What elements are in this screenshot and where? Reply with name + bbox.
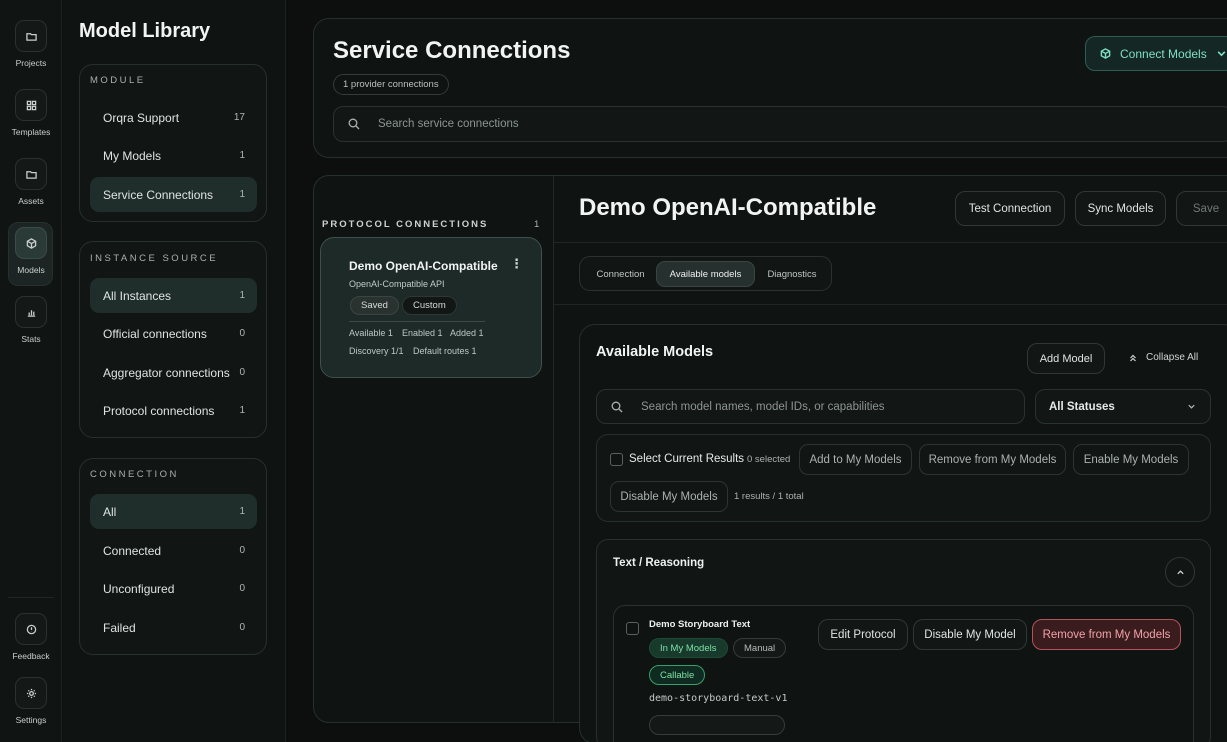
protocol-card-title: Demo OpenAI-Compatible — [349, 259, 498, 273]
module-heading: MODULE — [90, 75, 146, 86]
select-results-label: Select Current Results — [629, 453, 745, 465]
results-count: 1 results / 1 total — [734, 491, 804, 502]
tab-connection[interactable]: Connection — [585, 261, 656, 287]
selected-count: 0 selected — [747, 454, 791, 465]
rail-item-assets[interactable]: Assets — [0, 158, 62, 206]
connection-item-connected[interactable]: Connected 0 — [90, 533, 257, 568]
capability-tag — [649, 715, 785, 735]
protocol-connections-count: 1 — [534, 219, 540, 230]
chevrons-up-icon — [1130, 354, 1136, 361]
service-search-input[interactable] — [378, 118, 878, 130]
protocol-card-divider — [349, 321, 485, 322]
model-select-checkbox[interactable] — [626, 622, 639, 635]
connection-item-all[interactable]: All 1 — [90, 494, 257, 529]
search-icon — [348, 118, 360, 130]
saved-tag: Saved — [350, 296, 399, 315]
chevron-up-icon — [1176, 569, 1184, 574]
chevron-down-icon — [1217, 51, 1226, 57]
stat-discovery: Discovery 1/1 — [349, 346, 404, 356]
module-item-orqra-support[interactable]: Orqra Support 17 — [90, 100, 257, 135]
model-search-box[interactable] — [596, 389, 1025, 424]
in-my-models-tag: In My Models — [649, 638, 728, 658]
stat-added: Added 1 — [450, 328, 484, 338]
folder-icon — [15, 20, 47, 52]
rail-item-projects[interactable]: Projects — [0, 20, 62, 68]
library-title: Model Library — [79, 20, 211, 42]
tab-available-models[interactable]: Available models — [656, 261, 755, 287]
protocol-connections-heading: PROTOCOL CONNECTIONS — [322, 219, 489, 230]
chevron-down-icon — [1188, 404, 1195, 409]
manual-tag: Manual — [733, 638, 787, 658]
available-models-title: Available Models — [596, 344, 714, 360]
disable-my-model-button[interactable]: Disable My Model — [913, 619, 1027, 650]
service-search-box[interactable] — [333, 106, 1227, 142]
connection-detail-title: Demo OpenAI-Compatible — [579, 194, 877, 221]
rail-item-models[interactable]: Models — [0, 222, 62, 286]
connection-group: CONNECTION All 1 Connected 0 Unconfigure… — [79, 458, 267, 655]
callable-tag: Callable — [649, 665, 706, 685]
add-model-button[interactable]: Add Model — [1027, 343, 1105, 374]
status-filter-select[interactable]: All Statuses — [1035, 389, 1211, 424]
disable-my-models-button[interactable]: Disable My Models — [610, 481, 728, 512]
connection-item-unconfigured[interactable]: Unconfigured 0 — [90, 571, 257, 606]
edit-protocol-button[interactable]: Edit Protocol — [818, 619, 908, 650]
bar-chart-icon — [15, 296, 47, 328]
instance-item-aggregator[interactable]: Aggregator connections 0 — [90, 355, 257, 390]
collapse-group-button[interactable] — [1165, 557, 1195, 587]
select-results-checkbox[interactable] — [610, 453, 623, 466]
model-id: demo-storyboard-text-v1 — [649, 693, 788, 704]
test-connection-button[interactable]: Test Connection — [955, 191, 1065, 226]
rail-item-feedback[interactable]: Feedback — [0, 613, 62, 661]
collapse-all-button[interactable]: Collapse All — [1128, 352, 1198, 363]
more-options-icon[interactable]: ⋮ — [510, 256, 523, 272]
instance-source-group: INSTANCE SOURCE All Instances 1 Official… — [79, 241, 267, 438]
page-title: Service Connections — [333, 37, 571, 64]
model-group-title: Text / Reasoning — [613, 557, 705, 569]
rail-item-templates[interactable]: Templates — [0, 89, 62, 137]
cube-icon — [1100, 48, 1111, 59]
custom-tag: Custom — [402, 296, 457, 315]
instance-item-protocol[interactable]: Protocol connections 1 — [90, 393, 257, 428]
grid-icon — [15, 89, 47, 121]
module-group: MODULE Orqra Support 17 My Models 1 Serv… — [79, 64, 267, 222]
protocol-card-subtitle: OpenAI-Compatible API — [349, 279, 445, 289]
instance-item-official[interactable]: Official connections 0 — [90, 316, 257, 351]
remove-from-my-models-button[interactable]: Remove from My Models — [919, 444, 1066, 475]
stat-default-routes: Default routes 1 — [413, 346, 477, 356]
remove-model-button[interactable]: Remove from My Models — [1032, 619, 1181, 650]
tabs-divider — [554, 304, 1227, 305]
connection-item-failed[interactable]: Failed 0 — [90, 610, 257, 645]
add-to-my-models-button[interactable]: Add to My Models — [799, 444, 912, 475]
instance-source-heading: INSTANCE SOURCE — [90, 253, 219, 264]
instance-item-all[interactable]: All Instances 1 — [90, 278, 257, 313]
detail-divider — [554, 242, 1227, 243]
detail-tabs: Connection Available models Diagnostics — [579, 256, 832, 291]
sync-models-button[interactable]: Sync Models — [1075, 191, 1166, 226]
gear-icon — [15, 677, 47, 709]
stat-available: Available 1 — [349, 328, 393, 338]
stat-enabled: Enabled 1 — [402, 328, 443, 338]
column-divider — [553, 176, 554, 723]
cube-icon — [15, 227, 47, 259]
tab-diagnostics[interactable]: Diagnostics — [758, 261, 826, 287]
model-name: Demo Storyboard Text — [649, 619, 751, 630]
connect-models-button[interactable]: Connect Models — [1085, 36, 1227, 71]
save-button[interactable]: Save — [1176, 191, 1227, 226]
info-icon — [15, 613, 47, 645]
module-item-service-connections[interactable]: Service Connections 1 — [90, 177, 257, 212]
enable-my-models-button[interactable]: Enable My Models — [1073, 444, 1189, 475]
folder-icon — [15, 158, 47, 190]
model-search-input[interactable] — [641, 400, 1001, 413]
rail-item-stats[interactable]: Stats — [0, 296, 62, 344]
provider-count-badge: 1 provider connections — [333, 74, 449, 95]
module-item-my-models[interactable]: My Models 1 — [90, 138, 257, 173]
rail-item-settings[interactable]: Settings — [0, 677, 62, 725]
search-icon — [611, 401, 623, 412]
connection-heading: CONNECTION — [90, 469, 179, 480]
rail-divider — [8, 597, 54, 598]
